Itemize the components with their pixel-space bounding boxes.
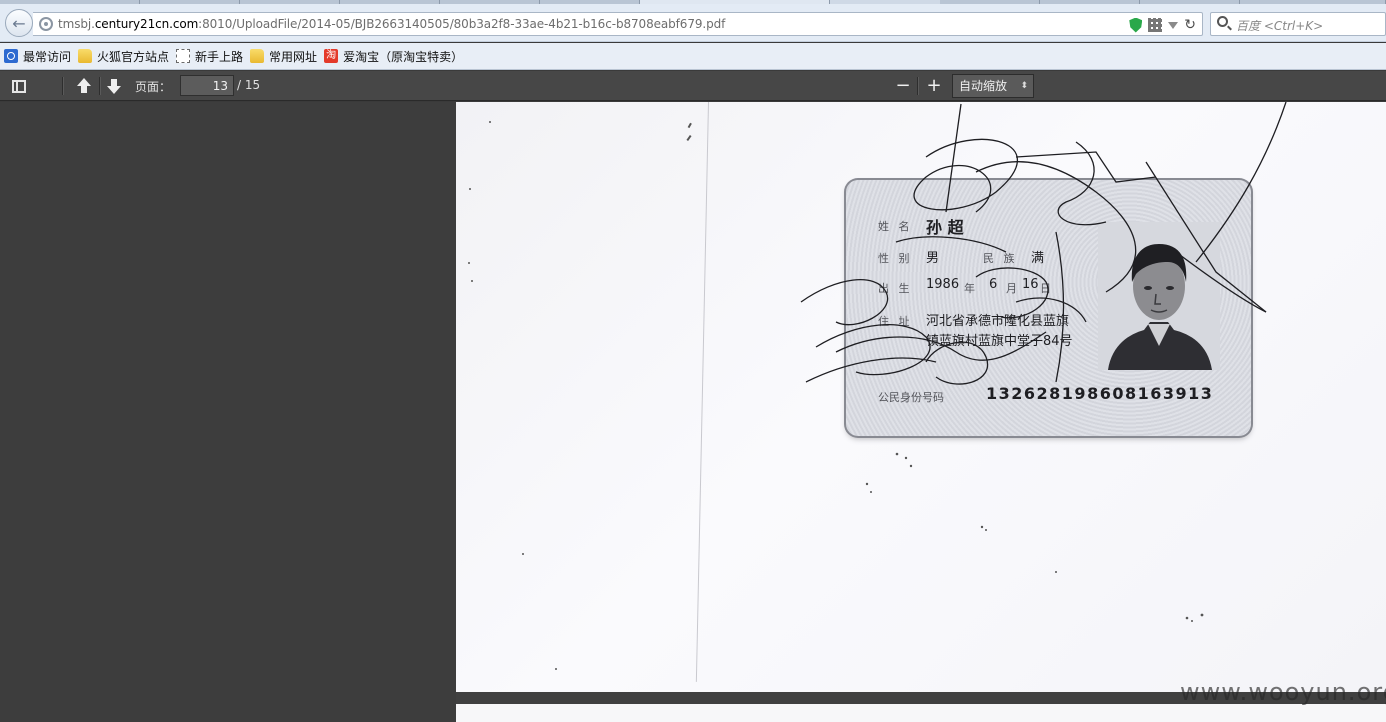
zoom-select[interactable]: 自动缩放 ⬍ <box>952 74 1034 98</box>
bookmark-aitaobao[interactable]: 淘 爱淘宝（原淘宝特卖） <box>324 48 463 65</box>
page-label: 页面： <box>135 80 172 94</box>
birth-day-unit: 日 <box>1040 282 1054 295</box>
pdf-viewer[interactable]: 姓 名 孙 超 性 别 男 民 族 满 出 生 1986 年 6 月 16 日 … <box>456 102 1386 722</box>
pdf-next-page <box>456 704 1386 722</box>
birth-label: 出 生 <box>878 282 913 295</box>
id-number: 132628198608163913 <box>986 384 1214 403</box>
url-prefix: tmsbj. <box>58 17 95 31</box>
zoom-in-button[interactable]: + <box>924 75 944 97</box>
id-number-label: 公民身份号码 <box>878 391 944 404</box>
name-label: 姓 名 <box>878 220 913 233</box>
back-button[interactable]: ← <box>5 9 33 37</box>
birth-day: 16 <box>1022 277 1039 292</box>
url-text[interactable]: tmsbj.century21cn.com:8010/UploadFile/20… <box>58 17 725 31</box>
birth-year-unit: 年 <box>964 282 978 295</box>
url-host: century21cn.com <box>94 17 199 31</box>
page-number-input[interactable] <box>180 75 234 96</box>
url-bar[interactable]: tmsbj.century21cn.com:8010/UploadFile/20… <box>33 12 1203 36</box>
ethnicity-value: 满 <box>1031 251 1045 266</box>
page-total: / 15 <box>237 78 261 92</box>
pdf-toolbar: 页面： / 15 − + <box>0 71 1386 101</box>
site-identity-icon[interactable] <box>39 17 53 31</box>
next-page-button[interactable] <box>104 75 124 97</box>
bookmark-label: 常用网址 <box>269 49 318 64</box>
bookmark-label: 火狐官方站点 <box>97 49 170 64</box>
zoom-select-value: 自动缩放 <box>959 79 1008 93</box>
bookmark-label: 爱淘宝（原淘宝特卖） <box>343 49 464 64</box>
bookmark-getting-started[interactable]: 新手上路 <box>176 48 243 65</box>
back-arrow-icon: ← <box>12 13 26 33</box>
dropdown-arrow-icon[interactable] <box>1168 21 1179 29</box>
page-icon <box>176 49 191 63</box>
url-path: :8010/UploadFile/2014-05/BJB2663140505/8… <box>198 17 726 31</box>
search-placeholder: 百度 <Ctrl+K> <box>1236 19 1324 33</box>
previous-page-button[interactable] <box>74 75 94 97</box>
toolbar-separator <box>99 77 100 95</box>
id-card-image: 姓 名 孙 超 性 别 男 民 族 满 出 生 1986 年 6 月 16 日 … <box>846 180 1251 436</box>
search-icon[interactable] <box>1217 16 1228 27</box>
toolbar-separator <box>917 77 918 95</box>
zoom-out-button[interactable]: − <box>893 75 913 97</box>
folder-icon <box>78 49 93 63</box>
url-bar-icons: ↻ <box>1129 15 1196 35</box>
pdf-sidebar <box>0 102 456 722</box>
bookmark-common-sites[interactable]: 常用网址 <box>250 48 317 65</box>
bookmark-firefox-site[interactable]: 火狐官方站点 <box>78 48 169 65</box>
watermark-text: www.wooyun.org <box>1180 678 1386 706</box>
folder-icon <box>250 49 265 63</box>
search-input[interactable]: 百度 <Ctrl+K> <box>1210 12 1386 36</box>
bookmark-most-visited[interactable]: 最常访问 <box>4 48 71 65</box>
bookmarks-toolbar: 最常访问 火狐官方站点 新手上路 常用网址 淘 爱淘宝（原淘宝特卖） <box>0 43 1386 70</box>
address-line-1: 河北省承德市隆化县蓝旗 <box>926 314 1070 329</box>
star-icon <box>4 49 18 63</box>
arrow-down-icon <box>107 78 121 94</box>
name-value: 孙 超 <box>926 218 964 237</box>
pdf-page: 姓 名 孙 超 性 别 男 民 族 满 出 生 1986 年 6 月 16 日 … <box>456 102 1386 692</box>
bookmark-label: 最常访问 <box>23 49 72 64</box>
shield-icon[interactable] <box>1129 17 1143 33</box>
qr-code-icon[interactable] <box>1148 18 1163 32</box>
portrait-photo <box>1098 222 1220 370</box>
birth-year: 1986 <box>926 277 960 292</box>
bookmark-label: 新手上路 <box>195 49 244 64</box>
reload-icon[interactable]: ↻ <box>1184 18 1196 32</box>
sex-label: 性 别 <box>878 252 913 265</box>
birth-month: 6 <box>989 277 998 292</box>
sex-value: 男 <box>926 251 940 266</box>
sidebar-toggle-icon <box>12 79 26 93</box>
birth-month-unit: 月 <box>1006 282 1020 295</box>
ethnicity-label: 民 族 <box>983 252 1018 265</box>
toolbar-separator <box>62 77 63 95</box>
chevron-updown-icon: ⬍ <box>1020 81 1028 91</box>
address-line-2: 镇蓝旗村蓝旗中堂子84号 <box>926 334 1073 349</box>
address-label: 住 址 <box>878 315 913 328</box>
sidebar-toggle-button[interactable] <box>9 75 29 97</box>
arrow-up-icon <box>77 78 91 94</box>
taobao-icon: 淘 <box>324 49 339 63</box>
navigation-bar: ← tmsbj.century21cn.com:8010/UploadFile/… <box>0 4 1386 42</box>
